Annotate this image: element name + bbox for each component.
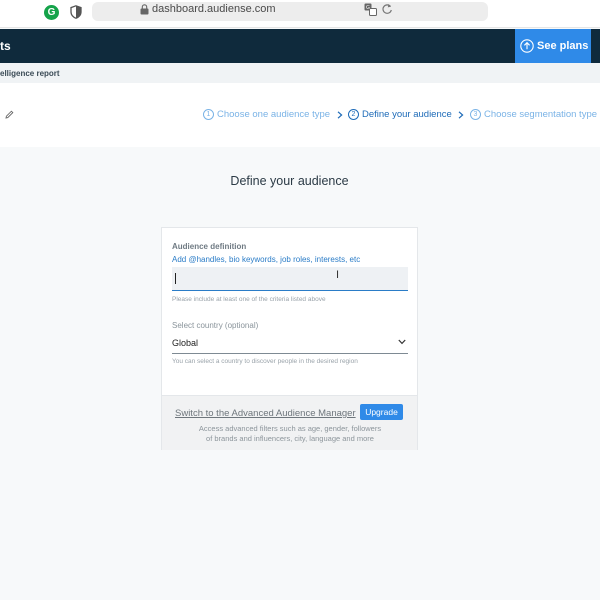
audience-definition-label: Audience definition [172, 242, 247, 251]
page-title: Define your audience [230, 174, 349, 188]
app-title: ts [0, 39, 11, 53]
advanced-audience-manager-link[interactable]: Switch to the Advanced Audience Manager [175, 408, 356, 419]
audience-definition-hint: Add @handles, bio keywords, job roles, i… [172, 255, 361, 264]
report-title: elligence report [0, 69, 60, 78]
translate-icon[interactable]: G [364, 3, 377, 16]
upgrade-button[interactable]: Upgrade [360, 404, 403, 420]
grammarly-icon[interactable]: G [44, 5, 59, 20]
step-label: Choose one audience type [217, 109, 331, 121]
step-number: 2 [348, 109, 359, 120]
lock-icon [140, 4, 149, 15]
app-header: ts See plans [0, 29, 600, 63]
reload-icon[interactable] [381, 3, 393, 15]
pencil-icon[interactable] [5, 110, 14, 119]
chevron-right-icon [337, 111, 343, 119]
arrow-up-circle-icon [520, 39, 534, 53]
steps-bar: 1 Choose one audience type 2 Define your a… [0, 83, 600, 147]
see-plans-button[interactable]: See plans [515, 29, 591, 63]
chevron-right-icon [458, 111, 464, 119]
url-text: dashboard.audiense.com [152, 3, 276, 15]
audience-form-card: Audience definition Add @handles, bio ke… [161, 227, 418, 450]
step-number: 3 [470, 109, 481, 120]
step-label: Choose segmentation type [484, 109, 598, 121]
text-caret [175, 273, 176, 284]
upgrade-description-line: Access advanced filters such as age, gen… [198, 424, 382, 433]
country-label: Select country (optional) [172, 321, 259, 330]
audience-definition-input[interactable] [172, 267, 408, 291]
step-number: 1 [203, 109, 214, 120]
text-cursor-icon: I [336, 269, 340, 281]
step-define-audience[interactable]: 2 Define your audience [348, 109, 452, 121]
report-subheader: elligence report [0, 63, 600, 83]
see-plans-label: See plans [537, 40, 589, 52]
chevron-down-icon [398, 339, 406, 345]
shield-icon[interactable] [70, 5, 82, 19]
upgrade-description: Access advanced filters such as age, gen… [182, 424, 398, 444]
step-choose-audience-type[interactable]: 1 Choose one audience type [203, 109, 330, 121]
svg-text:G: G [366, 5, 370, 11]
audience-definition-helper: Please include at least one of the crite… [172, 296, 326, 303]
step-label: Define your audience [362, 109, 452, 121]
country-helper: You can select a country to discover peo… [172, 358, 358, 365]
country-value: Global [172, 338, 199, 348]
advanced-upgrade-section: Switch to the Advanced Audience Manager … [162, 395, 417, 450]
step-choose-segmentation[interactable]: 3 Choose segmentation type [470, 109, 597, 121]
upgrade-description-line: of brands and influencers, city, languag… [206, 434, 374, 443]
country-select[interactable]: Global [172, 332, 408, 354]
browser-toolbar: G dashboard.audiense.com G [0, 0, 600, 28]
